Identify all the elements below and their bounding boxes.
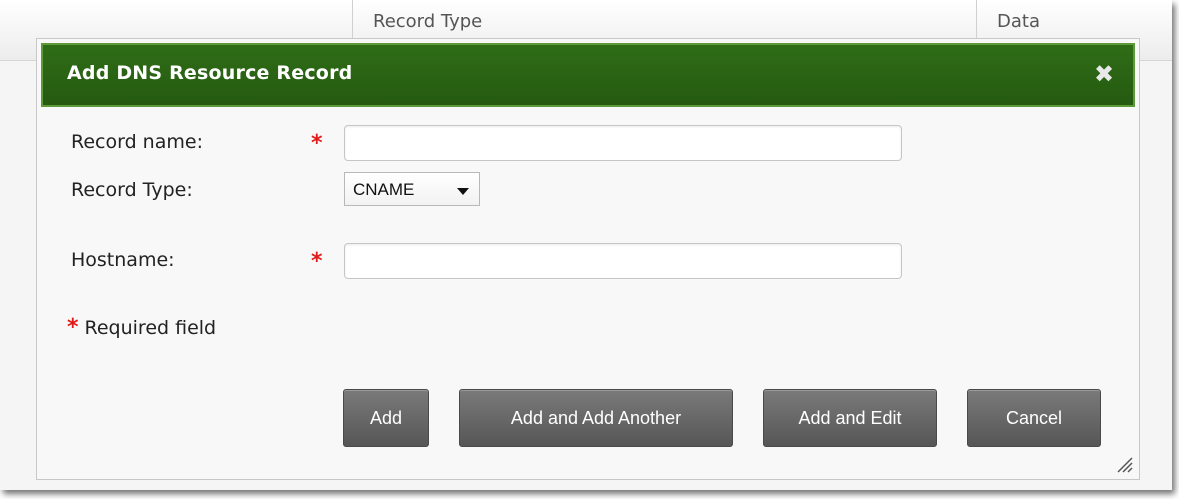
cancel-button[interactable]: Cancel bbox=[967, 389, 1101, 447]
required-note-text: Required field bbox=[84, 317, 217, 339]
record-type-label: Record Type: bbox=[71, 179, 193, 201]
hostname-label: Hostname: bbox=[71, 249, 175, 271]
record-type-selected-value: CNAME bbox=[353, 180, 415, 199]
hostname-required-marker: * bbox=[311, 249, 323, 274]
record-name-input[interactable] bbox=[344, 125, 902, 161]
add-button[interactable]: Add bbox=[343, 389, 429, 447]
add-and-edit-button[interactable]: Add and Edit bbox=[763, 389, 937, 447]
dialog-titlebar: Add DNS Resource Record ✖ bbox=[41, 43, 1135, 107]
chevron-down-icon bbox=[457, 188, 469, 195]
dialog-title: Add DNS Resource Record bbox=[67, 62, 353, 84]
record-type-select[interactable]: CNAME bbox=[344, 172, 480, 206]
required-note-marker: * bbox=[67, 315, 79, 340]
add-dns-record-dialog: Add DNS Resource Record ✖ Record name: *… bbox=[36, 38, 1140, 480]
required-field-note: * Required field bbox=[67, 315, 216, 340]
app-window: Record Type Data Add DNS Resource Record… bbox=[0, 0, 1172, 490]
hostname-input[interactable] bbox=[344, 243, 902, 279]
add-and-add-another-button[interactable]: Add and Add Another bbox=[459, 389, 733, 447]
record-name-label: Record name: bbox=[71, 131, 203, 153]
resize-handle-icon[interactable] bbox=[1115, 455, 1133, 473]
record-name-required-marker: * bbox=[311, 131, 323, 156]
close-icon[interactable]: ✖ bbox=[1089, 59, 1119, 89]
